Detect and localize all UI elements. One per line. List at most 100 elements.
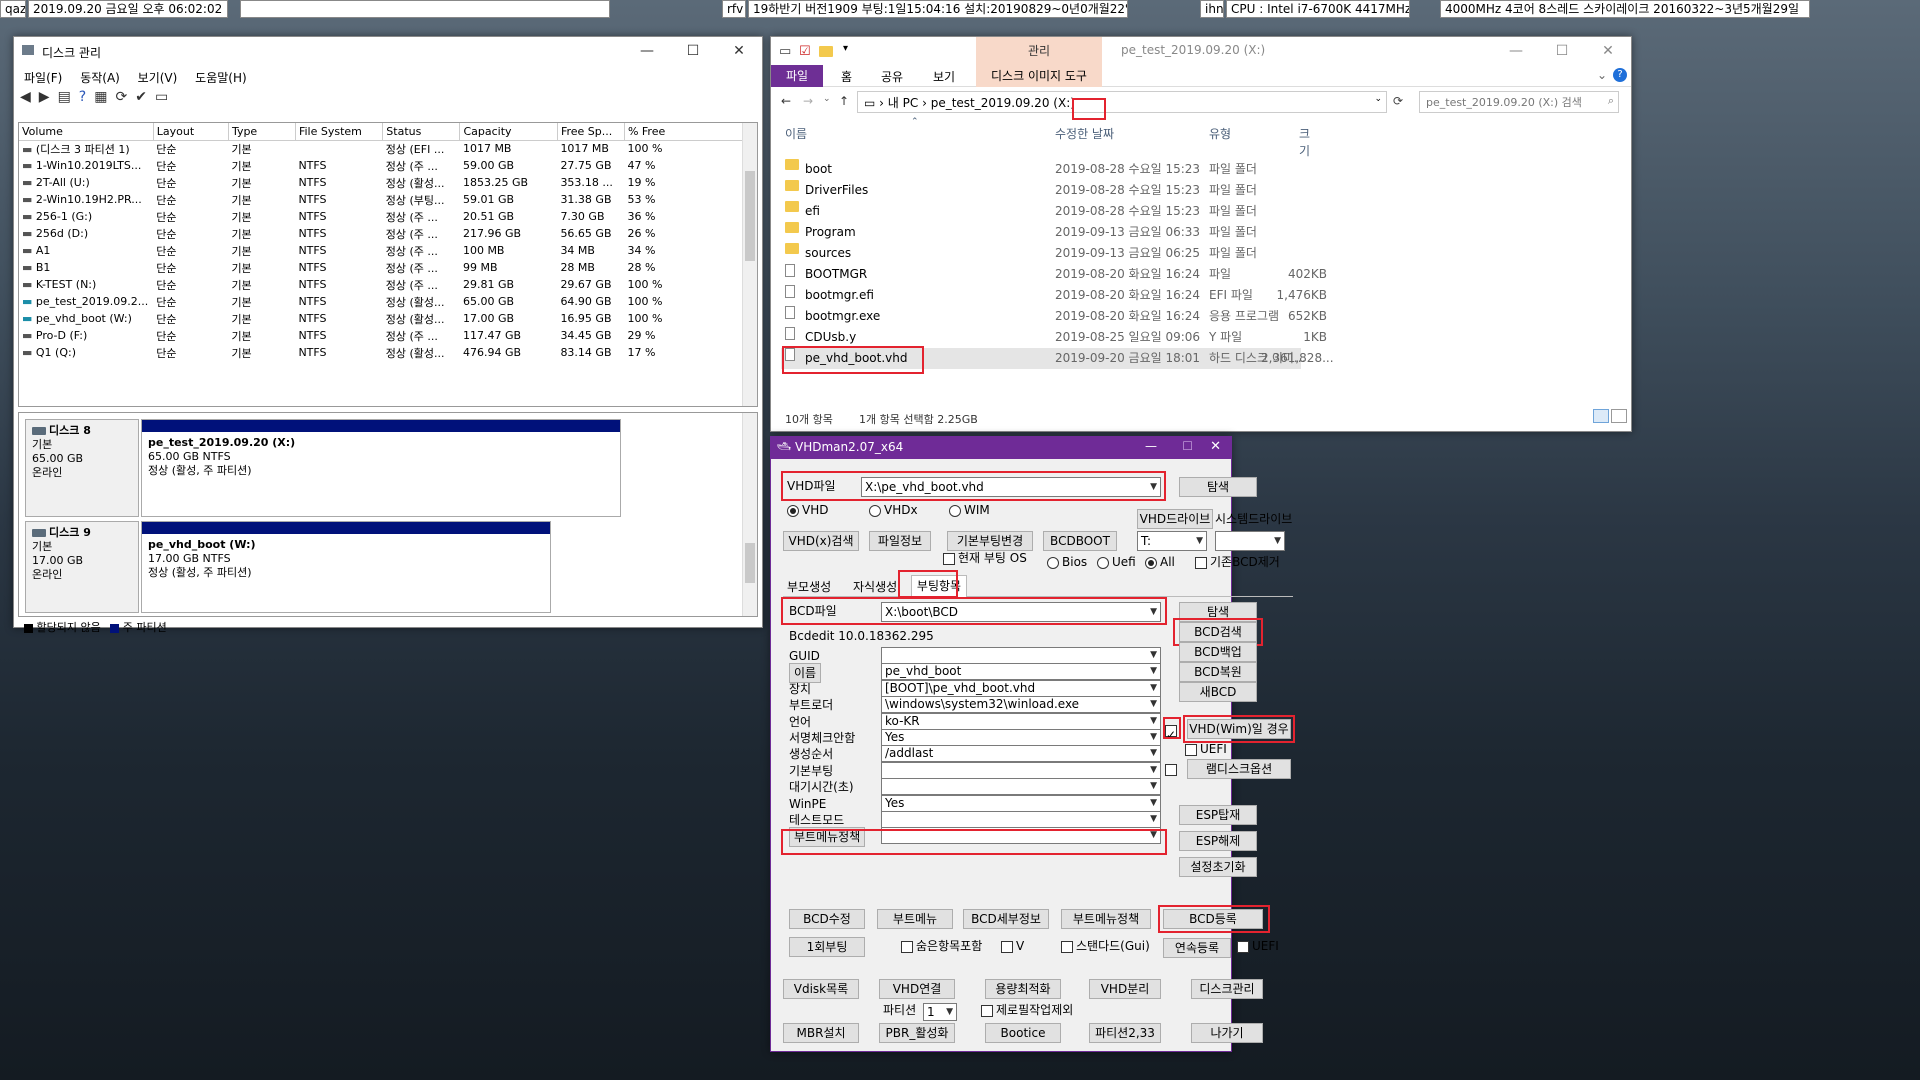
continuous-register-button[interactable]: 연속등록 (1163, 938, 1231, 958)
radio-uefi-circle[interactable] (1097, 556, 1109, 569)
partition-select[interactable]: 1 ▼ (923, 1003, 957, 1021)
bcd-restore-button[interactable]: BCD복원 (1179, 662, 1257, 682)
one-time-boot-button[interactable]: 1회부팅 (789, 937, 865, 957)
col-status[interactable]: Status (382, 123, 461, 141)
bcd-field-select[interactable]: ▼ (881, 827, 1161, 845)
volume-row[interactable]: ▬ pe_test_2019.09.2... 단순 기본 NTFS 정상 (활성... 6… (19, 293, 757, 310)
zero-fill-checkbox[interactable]: 제로필작업제외 (981, 1001, 1073, 1019)
ramdisk-checkbox[interactable] (1165, 760, 1180, 778)
bcd-field-select[interactable]: pe_vhd_boot ▼ (881, 663, 1161, 681)
address-drive-letter[interactable]: (X:) (1053, 96, 1075, 110)
file-row[interactable]: DriverFiles 2019-08-28 수요일 15:23 파일 폴더 (781, 180, 1301, 201)
bcd-details-button[interactable]: BCD세부정보 (963, 909, 1049, 929)
bcd-field-label[interactable]: 부트메뉴정책 (789, 827, 866, 848)
vhd-file-select[interactable]: X:\pe_vhd_boot.vhd ▼ (861, 477, 1161, 497)
volume-row[interactable]: ▬ 2-Win10.19H2.PR... 단순 기본 NTFS 정상 (부팅... 59.… (19, 191, 757, 208)
v-checkbox[interactable]: V (1001, 937, 1024, 955)
properties-check-icon[interactable]: ☑ (799, 44, 811, 59)
uefi-box[interactable] (1185, 743, 1197, 756)
bcd-edit-button[interactable]: BCD수정 (789, 909, 865, 929)
app-icon[interactable]: ▭ (779, 44, 791, 59)
ribbon-tab-home[interactable]: 홈 (841, 68, 852, 85)
close-button[interactable]: ✕ (1585, 37, 1631, 65)
include-hidden-checkbox[interactable]: 숨은항목포함 (901, 937, 982, 955)
menu-file[interactable]: 파일(F) (24, 71, 62, 85)
file-row[interactable]: CDUsb.y 2019-08-25 일요일 09:06 Y 파일 1KB (781, 327, 1327, 348)
properties-icon[interactable]: ▤ (58, 89, 79, 105)
help-icon[interactable]: ? (1613, 68, 1627, 82)
dm-titlebar[interactable]: 디스크 관리 — ☐ ✕ (14, 37, 762, 65)
col-type[interactable]: Type (228, 123, 296, 141)
new-bcd-button[interactable]: 새BCD (1179, 682, 1257, 702)
uefi-checkbox[interactable]: UEFI (1185, 740, 1227, 758)
address-drive[interactable]: pe_test_2019.09.20 (931, 96, 1050, 110)
address-dropdown-icon[interactable]: ⌄ (1374, 94, 1382, 104)
esp-mount-button[interactable]: ESP탑재 (1179, 805, 1257, 825)
ribbon-tab-share[interactable]: 공유 (881, 68, 903, 85)
current-os-checkbox[interactable]: 현재 부팅 OS (943, 549, 1027, 567)
ribbon-tab-view[interactable]: 보기 (933, 68, 955, 85)
tab-create-child[interactable]: 자식생성 (853, 578, 897, 596)
qat-dropdown-icon[interactable]: ▾ (843, 43, 848, 54)
system-drive-select[interactable]: ▼ (1215, 531, 1285, 551)
radio-vhd-circle[interactable] (787, 504, 799, 517)
forward-icon[interactable]: → (803, 94, 813, 108)
vhd-browse-button[interactable]: 탐색 (1179, 477, 1257, 497)
bcd-search-button[interactable]: BCD검색 (1179, 622, 1257, 642)
vhd-detach-button[interactable]: VHD분리 (1089, 979, 1161, 999)
search-box[interactable]: pe_test_2019.09.20 (X:) 검색 ⌕ (1419, 91, 1619, 113)
disk8-info[interactable]: 디스크 8 기본 65.00 GB 온라인 (25, 419, 139, 517)
maximize-button[interactable]: ☐ (1539, 37, 1585, 65)
uefi2-box[interactable] (1237, 940, 1249, 953)
refresh-icon[interactable]: ⟳ (115, 89, 135, 105)
file-row[interactable]: BOOTMGR 2019-08-20 화요일 16:24 파일 402KB (781, 264, 1327, 285)
volume-row[interactable]: ▬ 256-1 (G:) 단순 기본 NTFS 정상 (주 ... 20.51 GB 7.3… (19, 208, 757, 225)
bootice-button[interactable]: Bootice (985, 1023, 1061, 1043)
radio-vhd[interactable]: VHD (787, 501, 828, 519)
volume-row[interactable]: ▬ K-TEST (N:) 단순 기본 NTFS 정상 (주 ... 29.81 GB 29… (19, 276, 757, 293)
menu-action[interactable]: 동작(A) (80, 71, 120, 85)
close-button[interactable]: ✕ (716, 37, 762, 65)
standard-gui-checkbox[interactable]: 스탠다드(Gui) (1061, 937, 1150, 955)
file-row[interactable]: Program 2019-09-13 금요일 06:33 파일 폴더 (781, 222, 1301, 243)
disk8-partition[interactable]: pe_test_2019.09.20 (X:) 65.00 GB NTFS 정상… (141, 419, 621, 517)
file-row[interactable]: efi 2019-08-28 수요일 15:23 파일 폴더 (781, 201, 1301, 222)
bcdboot-button[interactable]: BCDBOOT (1043, 531, 1117, 551)
volume-row[interactable]: ▬ 2T-All (U:) 단순 기본 NTFS 정상 (활성... 1853.25 GB… (19, 174, 757, 191)
vhdman-titlebar[interactable]: 🛥 VHDman2.07_x64 — ☐ ✕ (771, 437, 1231, 459)
disk9-info[interactable]: 디스크 9 기본 17.00 GB 온라인 (25, 521, 139, 613)
recent-dropdown-icon[interactable]: ⌄ (823, 94, 831, 104)
menu-help[interactable]: 도움말(H) (195, 71, 247, 85)
bcd-field-select[interactable]: ko-KR ▼ (881, 712, 1161, 730)
refresh-icon[interactable]: ⟳ (1393, 94, 1403, 108)
volume-row[interactable]: ▬ Q1 (Q:) 단순 기본 NTFS 정상 (활성... 476.94 GB 83.14… (19, 344, 757, 361)
maximize-button[interactable]: ☐ (1182, 439, 1193, 453)
taskbar-blank[interactable] (240, 0, 610, 18)
boot-menu-policy-button[interactable]: 부트메뉴정책 (1061, 909, 1151, 929)
forward-arrow-icon[interactable]: ▶ (39, 89, 58, 105)
volume-row[interactable]: ▬ B1 단순 기본 NTFS 정상 (주 ... 99 MB 28 MB 28 % (19, 259, 757, 276)
reset-settings-button[interactable]: 설정초기화 (1179, 857, 1257, 877)
radio-all[interactable]: All (1145, 553, 1175, 571)
v-box[interactable] (1001, 940, 1013, 953)
vhd-wim-case-button[interactable]: VHD(Wim)일 경우 (1187, 719, 1291, 739)
col-layout[interactable]: Layout (153, 123, 229, 141)
remove-bcd-checkbox[interactable]: 기존BCD제거 (1195, 553, 1280, 571)
radio-wim-circle[interactable] (949, 504, 961, 517)
address-this-pc[interactable]: 내 PC (888, 96, 918, 110)
ramdisk-options-button[interactable]: 램디스크옵션 (1187, 759, 1291, 779)
default-boot-button[interactable]: 기본부팅변경 (947, 531, 1033, 551)
radio-bios[interactable]: Bios (1047, 553, 1087, 571)
col-type[interactable]: 유형 (1209, 125, 1231, 142)
ribbon-expand-icon[interactable]: ⌄ (1597, 68, 1607, 82)
bcd-file-select[interactable]: X:\boot\BCD ▼ (881, 602, 1161, 622)
partition-233-button[interactable]: 파티션2,33 (1089, 1023, 1161, 1043)
volume-row[interactable]: ▬ Pro-D (F:) 단순 기본 NTFS 정상 (주 ... 117.47 GB 34… (19, 327, 757, 344)
ribbon-tab-disk-image-tools[interactable]: 디스크 이미지 도구 (976, 65, 1102, 87)
remove-bcd-box[interactable] (1195, 556, 1207, 569)
col-date[interactable]: 수정한 날짜 (1055, 125, 1114, 142)
volume-row[interactable]: ▬ A1 단순 기본 NTFS 정상 (주 ... 100 MB 34 MB 34 % (19, 242, 757, 259)
disk-management-button[interactable]: 디스크관리 (1191, 979, 1263, 999)
file-row[interactable]: pe_vhd_boot.vhd 2019-09-20 금요일 18:01 하드 디스… (781, 348, 1334, 369)
vhd-drive-select[interactable]: T: ▼ (1137, 531, 1207, 551)
